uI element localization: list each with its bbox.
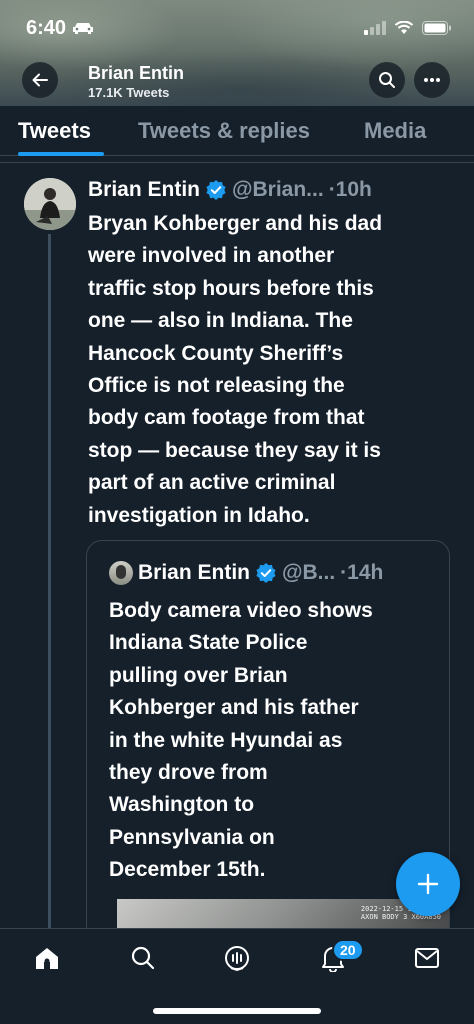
tweet-text-line: investigation in Idaho. xyxy=(88,503,310,527)
quoted-tweet-text: Body camera video shows Indiana State Po… xyxy=(109,595,439,887)
tweet-text-line: were involved in another xyxy=(88,244,335,268)
tweet-text-line: Bryan Kohberger and his dad xyxy=(88,212,383,235)
tab-tweets-and-replies[interactable]: Tweets & replies xyxy=(138,118,310,144)
home-icon xyxy=(36,948,58,969)
status-time-group: 6:40 xyxy=(26,17,94,40)
quoted-tweet-author-name: Brian Entin xyxy=(138,561,251,584)
search-icon xyxy=(131,946,155,970)
tweet-text-line: part of an active criminal xyxy=(88,471,336,495)
compose-tweet-button[interactable] xyxy=(396,852,460,916)
status-bar: 6:40 xyxy=(0,0,474,56)
status-icons xyxy=(364,21,452,35)
quoted-tweet-text-line: Washington to xyxy=(109,793,255,817)
arrow-left-icon xyxy=(32,73,48,87)
nav-home[interactable] xyxy=(32,943,62,973)
quoted-tweet-handle: @B... xyxy=(282,561,336,584)
quoted-tweet-text-line: Indiana State Police xyxy=(109,631,308,655)
tweet-timestamp: ·10h xyxy=(328,178,372,201)
quoted-tweet-text-line: Pennsylvania on xyxy=(109,825,275,849)
tab-media[interactable]: Media xyxy=(364,118,426,144)
quoted-tweet-avatar xyxy=(109,561,133,585)
search-button[interactable] xyxy=(369,62,405,98)
quoted-tweet-timestamp: ·14h xyxy=(340,561,384,584)
thread-line xyxy=(48,234,51,934)
tweet-author-name[interactable]: Brian Entin xyxy=(88,178,200,202)
quoted-tweet-text-line: pulling over Brian xyxy=(109,663,288,687)
quoted-tweet-text-line: Kohberger and his father xyxy=(109,696,359,720)
more-horizontal-icon xyxy=(424,78,440,82)
more-options-button[interactable] xyxy=(414,62,450,98)
verified-badge-icon xyxy=(206,180,226,200)
tweet-header: Brian Entin @Brian... ·10h xyxy=(88,176,372,204)
spaces-microphone-icon xyxy=(225,946,249,972)
quoted-tweet-text-line: December 15th. xyxy=(109,858,266,882)
nav-search[interactable] xyxy=(128,943,158,973)
profile-banner-header: 6:40 Brian Entin 17.1K Tweets xyxy=(0,0,474,106)
status-time: 6:40 xyxy=(26,16,67,39)
home-indicator[interactable] xyxy=(153,1008,321,1014)
car-icon xyxy=(73,23,94,34)
quoted-tweet-header: Brian Entin @B... ·14h xyxy=(109,561,383,585)
active-tab-indicator xyxy=(18,152,104,156)
tweet-text-line: stop — because they say it is xyxy=(88,438,381,462)
profile-nav-row: Brian Entin 17.1K Tweets xyxy=(0,56,474,106)
quoted-tweet-text-line: they drove from xyxy=(109,761,268,785)
profile-name: Brian Entin xyxy=(88,63,185,83)
nav-messages[interactable] xyxy=(412,943,442,973)
avatar-photo xyxy=(24,178,76,230)
search-icon xyxy=(379,72,395,88)
tweet-text-line: Hancock County Sheriff’s xyxy=(88,341,344,365)
back-button[interactable] xyxy=(22,62,58,98)
wifi-icon xyxy=(394,21,414,34)
signal-icon xyxy=(364,21,386,35)
battery-icon xyxy=(422,21,451,35)
nav-spaces[interactable] xyxy=(222,943,252,973)
plus-icon xyxy=(417,873,439,895)
quoted-tweet-text-line: Body camera video shows xyxy=(109,599,373,622)
tweet-count: 17.1K Tweets xyxy=(88,85,170,100)
tweet-author-handle: @Brian... xyxy=(232,178,324,201)
tweet-text: Bryan Kohberger and his dad were involve… xyxy=(88,208,444,532)
tweet-text-line: body cam footage from that xyxy=(88,406,365,430)
quoted-tweet-text-line: in the white Hyundai as xyxy=(109,728,343,752)
profile-tabs: Tweets Tweets & replies Media xyxy=(0,106,474,156)
notifications-badge: 20 xyxy=(332,939,364,961)
tweet-text-line: traffic stop hours before this xyxy=(88,276,374,300)
tab-tweets[interactable]: Tweets xyxy=(18,118,91,144)
tabs-divider xyxy=(0,162,474,163)
tweet-text-line: one — also in Indiana. The xyxy=(88,309,353,333)
verified-badge-icon xyxy=(256,563,276,583)
avatar[interactable] xyxy=(24,178,76,230)
mail-icon xyxy=(415,948,439,968)
tweet-text-line: Office is not releasing the xyxy=(88,374,345,398)
